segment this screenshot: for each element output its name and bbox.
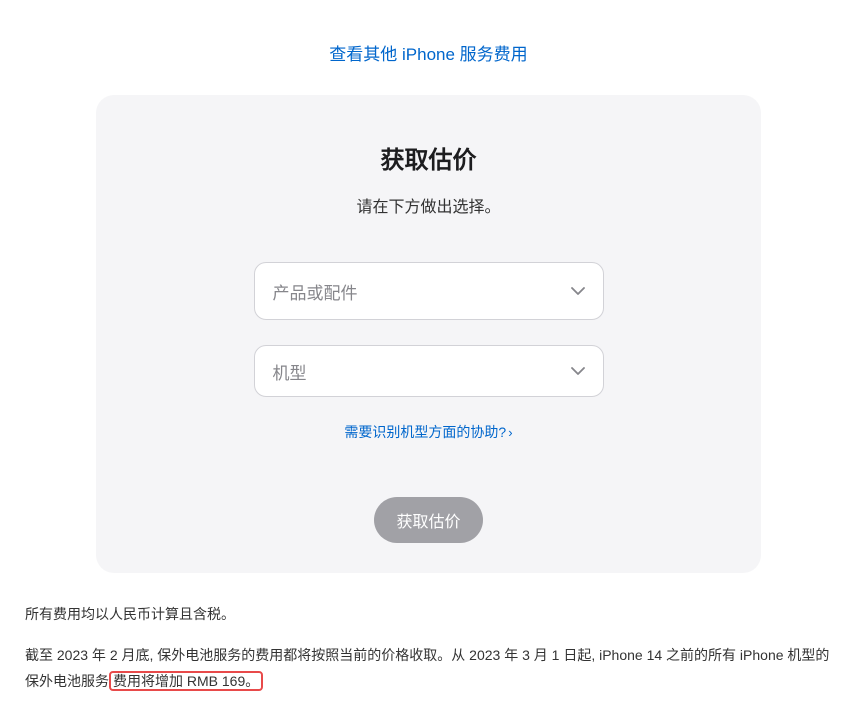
view-other-services-link[interactable]: 查看其他 iPhone 服务费用: [329, 45, 527, 64]
estimate-card: 获取估价 请在下方做出选择。 产品或配件 机型 需要识别机型方面的协助?› 获取…: [96, 95, 761, 573]
product-select-placeholder: 产品或配件: [273, 279, 358, 304]
price-increase-highlight: 费用将增加 RMB 169。: [109, 671, 263, 691]
chevron-down-icon: [571, 367, 585, 375]
product-select-wrapper: 产品或配件: [254, 262, 604, 320]
card-title: 获取估价: [136, 140, 721, 175]
product-select[interactable]: 产品或配件: [254, 262, 604, 320]
get-estimate-button[interactable]: 获取估价: [374, 497, 482, 543]
identify-model-help-link[interactable]: 需要识别机型方面的协助?›: [344, 424, 512, 440]
chevron-down-icon: [571, 287, 585, 295]
footer-line-1: 所有费用均以人民币计算且含税。: [25, 601, 832, 628]
view-other-services-link-wrapper: 查看其他 iPhone 服务费用: [0, 40, 857, 65]
chevron-right-icon: ›: [508, 425, 512, 440]
card-subtitle: 请在下方做出选择。: [136, 193, 721, 217]
footer-disclaimer: 所有费用均以人民币计算且含税。 截至 2023 年 2 月底, 保外电池服务的费…: [15, 601, 842, 695]
model-select-placeholder: 机型: [273, 359, 307, 384]
help-link-wrapper: 需要识别机型方面的协助?›: [136, 422, 721, 442]
model-select[interactable]: 机型: [254, 345, 604, 397]
model-select-wrapper: 机型: [254, 345, 604, 397]
footer-line-2: 截至 2023 年 2 月底, 保外电池服务的费用都将按照当前的价格收取。从 2…: [25, 642, 832, 695]
help-link-label: 需要识别机型方面的协助?: [344, 424, 506, 440]
